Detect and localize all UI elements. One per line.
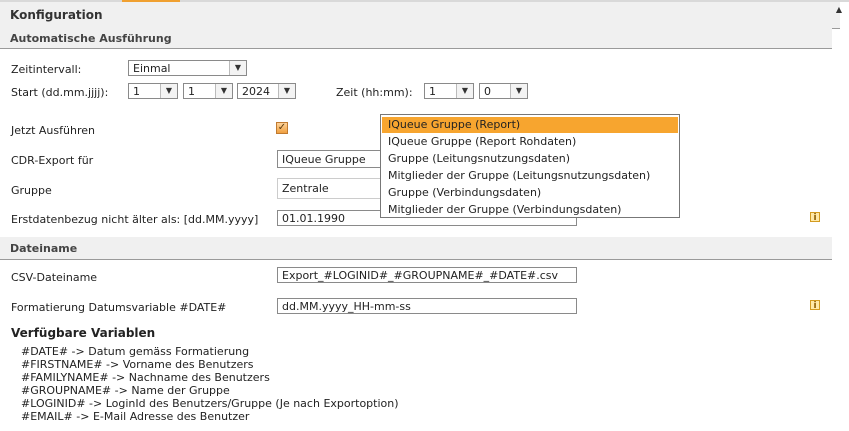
time-hour-value: 1 xyxy=(429,85,436,98)
chevron-down-icon: ▼ xyxy=(456,84,473,98)
group-select[interactable]: Zentrale xyxy=(277,178,381,199)
first-date-label: Erstdatenbezug nicht älter als: [dd.MM.y… xyxy=(11,213,259,226)
time-hour-select[interactable]: 1 ▼ xyxy=(424,83,474,99)
cdr-export-select[interactable]: IQueue Gruppe xyxy=(277,150,381,168)
csv-filename-input[interactable]: Export_#LOGINID#_#GROUPNAME#_#DATE#.csv xyxy=(277,267,577,283)
chevron-down-icon: ▼ xyxy=(278,84,295,98)
variable-item: #GROUPNAME# -> Name der Gruppe xyxy=(21,384,230,397)
scroll-up-arrow-icon[interactable]: ▲ xyxy=(833,5,845,15)
start-month-value: 1 xyxy=(188,85,195,98)
time-minute-value: 0 xyxy=(484,85,491,98)
info-icon[interactable]: i xyxy=(810,212,820,223)
chevron-down-icon: ▼ xyxy=(215,84,232,98)
interval-value: Einmal xyxy=(133,62,171,75)
info-icon[interactable]: i xyxy=(810,300,820,311)
start-label: Start (dd.mm.jjjj): xyxy=(11,86,109,99)
dropdown-option[interactable]: IQueue Gruppe (Report Rohdaten) xyxy=(382,134,678,150)
section-file-title: Dateiname xyxy=(10,242,78,255)
run-now-checkbox[interactable]: ✓ xyxy=(276,122,288,134)
variables-title: Verfügbare Variablen xyxy=(11,326,156,340)
dropdown-option[interactable]: Gruppe (Leitungsnutzungsdaten) xyxy=(382,151,678,167)
csv-filename-label: CSV-Dateiname xyxy=(11,271,98,284)
start-day-value: 1 xyxy=(133,85,140,98)
cdr-export-dropdown-list[interactable]: IQueue Gruppe (Report) IQueue Gruppe (Re… xyxy=(380,114,680,218)
date-format-label: Formatierung Datumsvariable #DATE# xyxy=(11,301,227,314)
time-minute-select[interactable]: 0 ▼ xyxy=(479,83,528,99)
interval-select[interactable]: Einmal ▼ xyxy=(128,60,247,76)
date-format-input[interactable]: dd.MM.yyyy_HH-mm-ss xyxy=(277,298,577,314)
dropdown-option[interactable]: Gruppe (Verbindungsdaten) xyxy=(382,185,678,201)
chevron-down-icon: ▼ xyxy=(510,84,527,98)
variable-item: #EMAIL# -> E-Mail Adresse des Benutzer xyxy=(21,410,250,423)
group-value: Zentrale xyxy=(282,182,329,195)
variable-item: #LOGINID# -> LoginId des Benutzers/Grupp… xyxy=(21,397,399,410)
section-auto-header: Automatische Ausführung xyxy=(0,28,832,49)
checkmark-icon: ✓ xyxy=(277,122,287,133)
first-date-value: 01.01.1990 xyxy=(282,212,345,225)
dropdown-option[interactable]: IQueue Gruppe (Report) xyxy=(382,117,678,133)
group-label: Gruppe xyxy=(11,184,52,197)
cdr-export-value: IQueue Gruppe xyxy=(282,153,366,166)
dropdown-option[interactable]: Mitglieder der Gruppe (Leitungsnutzungsd… xyxy=(382,168,678,184)
time-label: Zeit (hh:mm): xyxy=(336,86,413,99)
dropdown-option[interactable]: Mitglieder der Gruppe (Verbindungsdaten) xyxy=(382,202,678,218)
start-month-select[interactable]: 1 ▼ xyxy=(183,83,233,99)
csv-filename-value: Export_#LOGINID#_#GROUPNAME#_#DATE#.csv xyxy=(282,269,559,282)
variable-item: #DATE# -> Datum gemäss Formatierung xyxy=(21,345,250,358)
start-year-select[interactable]: 2024 ▼ xyxy=(237,83,296,99)
config-header: Konfiguration xyxy=(0,2,840,29)
start-year-value: 2024 xyxy=(242,85,270,98)
start-day-select[interactable]: 1 ▼ xyxy=(128,83,178,99)
section-auto-title: Automatische Ausführung xyxy=(10,32,172,45)
date-format-value: dd.MM.yyyy_HH-mm-ss xyxy=(282,300,411,313)
chevron-down-icon: ▼ xyxy=(229,61,246,75)
variable-item: #FAMILYNAME# -> Nachname des Benutzers xyxy=(21,371,270,384)
section-file-header: Dateiname xyxy=(0,237,832,260)
run-now-label: Jetzt Ausführen xyxy=(11,124,95,137)
interval-label: Zeitintervall: xyxy=(11,63,82,76)
page-title: Konfiguration xyxy=(10,8,103,22)
variable-item: #FIRSTNAME# -> Vorname des Benutzers xyxy=(21,358,254,371)
chevron-down-icon: ▼ xyxy=(160,84,177,98)
cdr-export-label: CDR-Export für xyxy=(11,154,94,167)
